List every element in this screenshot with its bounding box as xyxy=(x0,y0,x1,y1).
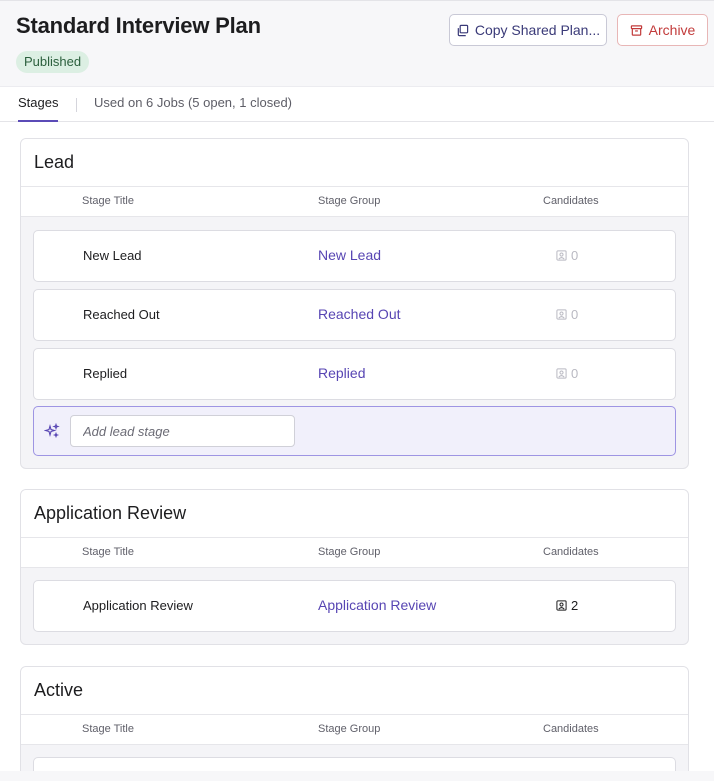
bottom-edge xyxy=(0,771,714,781)
stage-title: Replied xyxy=(83,366,128,381)
status-badge: Published xyxy=(16,51,90,73)
stage-row[interactable]: Application Review Application Review 2 xyxy=(33,580,676,632)
archive-icon xyxy=(630,24,642,36)
person-icon xyxy=(556,368,567,379)
stage-row[interactable]: New Lead New Lead 0 xyxy=(33,230,676,282)
person-icon xyxy=(556,250,567,261)
add-stage-row xyxy=(33,406,676,456)
stage-row[interactable]: Reached Out Reached Out 0 xyxy=(33,289,676,341)
copy-icon xyxy=(457,24,469,36)
stage-group-link[interactable]: New Lead xyxy=(318,247,381,263)
candidate-count: 0 xyxy=(556,366,578,381)
column-stage-title: Stage Title xyxy=(82,546,134,558)
stage-group-link[interactable]: Reached Out xyxy=(318,306,401,322)
section-title: Active xyxy=(21,667,688,715)
person-icon xyxy=(556,600,567,611)
sparkle-icon xyxy=(44,423,60,439)
column-headers: Stage Title Stage Group Candidates xyxy=(21,538,688,568)
archive-label: Archive xyxy=(648,22,696,38)
candidate-count: 0 xyxy=(556,307,578,322)
section-application-review: Application Review Stage Title Stage Gro… xyxy=(20,489,689,645)
column-stage-group: Stage Group xyxy=(318,195,381,207)
archive-button[interactable]: Archive xyxy=(617,14,708,46)
tab-stages[interactable]: Stages xyxy=(18,87,59,122)
stages-content: Lead Stage Title Stage Group Candidates … xyxy=(0,122,714,781)
column-headers: Stage Title Stage Group Candidates xyxy=(21,715,688,745)
stage-title: Reached Out xyxy=(83,307,160,322)
page-header: Standard Interview Plan Published Copy S… xyxy=(0,0,714,86)
stage-title: New Lead xyxy=(83,248,142,263)
person-icon xyxy=(556,309,567,320)
column-headers: Stage Title Stage Group Candidates xyxy=(21,187,688,217)
section-active: Active Stage Title Stage Group Candidate… xyxy=(20,666,689,781)
stage-row[interactable]: Replied Replied 0 xyxy=(33,348,676,400)
column-stage-title: Stage Title xyxy=(82,723,134,735)
column-stage-title: Stage Title xyxy=(82,195,134,207)
stage-title: Application Review xyxy=(83,598,193,613)
column-stage-group: Stage Group xyxy=(318,723,381,735)
column-stage-group: Stage Group xyxy=(318,546,381,558)
stage-group-link[interactable]: Application Review xyxy=(318,597,436,613)
section-title: Application Review xyxy=(21,490,688,538)
add-lead-stage-input[interactable] xyxy=(70,415,295,447)
tab-divider xyxy=(76,98,77,112)
tab-bar: Stages Used on 6 Jobs (5 open, 1 closed) xyxy=(0,86,714,122)
copy-shared-plan-label: Copy Shared Plan... xyxy=(474,22,601,38)
copy-shared-plan-button[interactable]: Copy Shared Plan... xyxy=(449,14,607,46)
section-lead: Lead Stage Title Stage Group Candidates … xyxy=(20,138,689,469)
page-title: Standard Interview Plan xyxy=(16,13,261,38)
column-candidates: Candidates xyxy=(543,195,599,207)
column-candidates: Candidates xyxy=(543,723,599,735)
stage-group-link[interactable]: Replied xyxy=(318,365,365,381)
column-candidates: Candidates xyxy=(543,546,599,558)
candidate-count: 0 xyxy=(556,248,578,263)
section-title: Lead xyxy=(21,139,688,187)
candidate-count: 2 xyxy=(556,598,578,613)
tab-used-on-jobs[interactable]: Used on 6 Jobs (5 open, 1 closed) xyxy=(94,87,292,119)
